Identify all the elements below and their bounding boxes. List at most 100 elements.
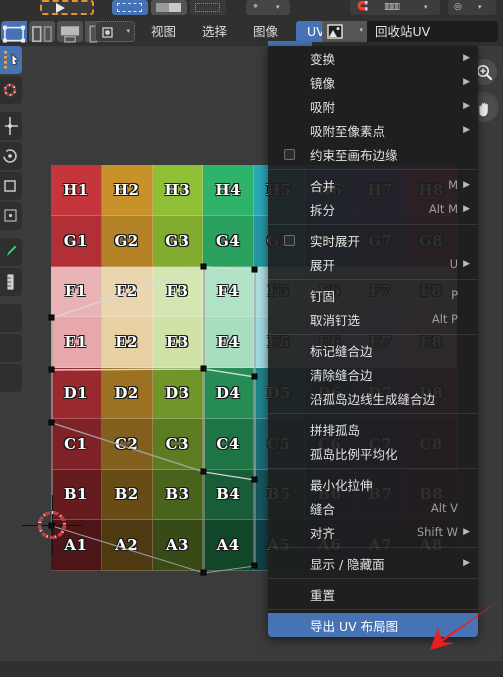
menu-separator [268,609,478,610]
menu-item-7[interactable]: 拆分 Alt M ▶ [268,197,478,221]
menu-item-26[interactable]: 显示 / 隐藏面 ▶ [268,551,478,575]
menu-separator [268,578,478,579]
blender-uv-editor-window: ⌖ ▾ 🧲 ▥▥ ▾ ◎ ▾ ▾ 视图 选择 图像 UV ▾ 回收站UV H1 … [0,0,503,677]
menu-image[interactable]: 图像 [245,21,286,42]
tool-extra-b[interactable] [0,334,22,362]
uv-grid-cell-label: H2 [113,180,140,199]
menu-separator [268,169,478,170]
menu-item-24[interactable]: 对齐 Shift W ▶ [268,520,478,544]
proportional-edit-icon[interactable]: ◎ ▾ [448,0,496,15]
submenu-arrow-icon: ▶ [463,125,470,135]
select-gradient-icon[interactable] [151,0,187,15]
menu-item-17[interactable]: 沿孤岛边线生成缝合边 [268,386,478,410]
uv-grid-cell: A4 [203,520,254,571]
menu-item-0[interactable]: 变换 ▶ [268,46,478,70]
select-box-icon[interactable] [112,0,148,15]
menu-item-28[interactable]: 重置 [268,582,478,606]
submenu-arrow-icon: ▶ [463,77,470,87]
snap-magnet-icon[interactable]: 🧲 ▥▥ ▾ [350,0,440,15]
uv-grid-cell-label: E2 [115,333,139,352]
menu-item-3[interactable]: 吸附至像素点 ▶ [268,118,478,142]
status-bar [0,661,503,677]
uv-grid-cell-label: F2 [115,282,138,301]
uv-grid-cell: C2 [101,418,153,470]
uv-grid-cell: G1 [51,215,102,267]
checkbox-icon[interactable] [284,234,295,246]
menu-item-12[interactable]: 钉固 P [268,283,478,307]
select-lasso-icon[interactable] [190,0,226,15]
menu-item-label: 沿孤岛边线生成缝合边 [310,391,436,407]
menu-item-10[interactable]: 展开 U ▶ [268,252,478,276]
uv-grid-cell-label: D4 [215,383,241,402]
uv-grid-cell-label: C2 [114,434,139,453]
uv-grid-cell: D2 [101,368,153,419]
tool-annotate[interactable] [0,238,22,266]
menu-item-15[interactable]: 标记缝合边 [268,338,478,362]
menu-item-9[interactable]: 实时展开 [268,228,478,252]
uv-grid-cell: D1 [51,368,102,419]
image-name-label: 回收站UV [375,24,431,39]
menu-item-6[interactable]: 合并 M ▶ [268,173,478,197]
submenu-arrow-icon: ▶ [463,259,470,269]
menu-select[interactable]: 选择 [194,21,235,42]
tool-cursor[interactable] [0,76,22,104]
menu-item-shortcut: Alt M [428,202,458,216]
uv-grid-cell-label: B1 [63,485,88,504]
menu-item-23[interactable]: 缝合 Alt V [268,496,478,520]
tool-extra-a[interactable] [0,304,22,332]
tool-move[interactable] [0,112,22,140]
uv-grid-cell-label: G2 [114,231,139,250]
image-browse-icon[interactable]: ▾ [322,21,367,42]
uv-sync-selection-toggle[interactable]: ▾ [95,21,135,42]
menu-item-label: 清除缝合边 [310,367,373,383]
menu-item-label: 合并 [310,178,336,194]
menu-item-22[interactable]: 最小化拉伸 [268,472,478,496]
tool-transform[interactable] [0,202,22,230]
uv-grid-cell: C1 [51,418,102,470]
menu-item-label: 镜像 [310,75,336,91]
menu-item-label: 孤岛比例平均化 [310,446,398,462]
top-toolbar: ⌖ ▾ 🧲 ▥▥ ▾ ◎ ▾ [0,0,503,16]
menu-item-label: 对齐 [310,525,336,541]
tweak-tool-icon[interactable] [40,0,94,15]
uv-grid-cell: E3 [152,317,204,368]
menu-item-label: 标记缝合边 [310,343,373,359]
tool-scale[interactable] [0,172,22,200]
select-mode-vertex[interactable] [1,21,27,43]
menu-item-label: 取消钉选 [310,312,361,328]
menu-item-16[interactable]: 清除缝合边 [268,362,478,386]
uv-grid-cell-label: G1 [63,231,88,250]
pivot-point-icon[interactable]: ⌖ ▾ [246,0,290,15]
tool-tweak[interactable] [0,46,22,74]
uv-grid-cell: G4 [203,215,254,267]
menu-item-2[interactable]: 吸附 ▶ [268,94,478,118]
menu-item-20[interactable]: 孤岛比例平均化 [268,441,478,465]
tool-measure[interactable] [0,268,22,296]
menu-view[interactable]: 视图 [143,21,184,42]
menu-item-shortcut: Shift W [416,525,458,539]
checkbox-icon[interactable] [284,148,295,160]
tool-rotate[interactable] [0,142,22,170]
menu-item-1[interactable]: 镜像 ▶ [268,70,478,94]
uv-grid-cell: E1 [51,317,102,368]
menu-item-label: 展开 [310,257,336,273]
tool-extra-c[interactable] [0,364,22,392]
select-mode-edge[interactable] [29,21,55,43]
submenu-arrow-icon: ▶ [463,204,470,214]
uv-grid-cell-label: F4 [217,282,240,301]
uv-grid-cell-label: E4 [216,333,240,352]
uv-grid-cell-label: A2 [115,536,139,555]
uv-grid-cell-label: C3 [165,434,190,453]
menu-item-4[interactable]: 约束至画布边缘 [268,142,478,166]
select-mode-face[interactable] [57,21,83,43]
menu-separator [268,468,478,469]
menu-item-label: 拆分 [310,202,336,218]
menu-item-13[interactable]: 取消钉选 Alt P [268,307,478,331]
uv-grid-cell: F4 [203,266,254,318]
uv-grid-cell-label: D1 [63,383,89,402]
uv-dropdown-menu[interactable]: 变换 ▶ 镜像 ▶ 吸附 ▶ 吸附至像素点 ▶ 约束至画布边缘 合并 M ▶ 拆分 Alt M ▶ 实时展开展… [268,46,478,637]
menu-item-label: 钉固 [310,288,336,304]
uv-grid-cell: F1 [51,266,102,318]
menu-item-30[interactable]: 导出 UV 布局图 [268,613,478,637]
menu-item-19[interactable]: 拼排孤岛 [268,417,478,441]
